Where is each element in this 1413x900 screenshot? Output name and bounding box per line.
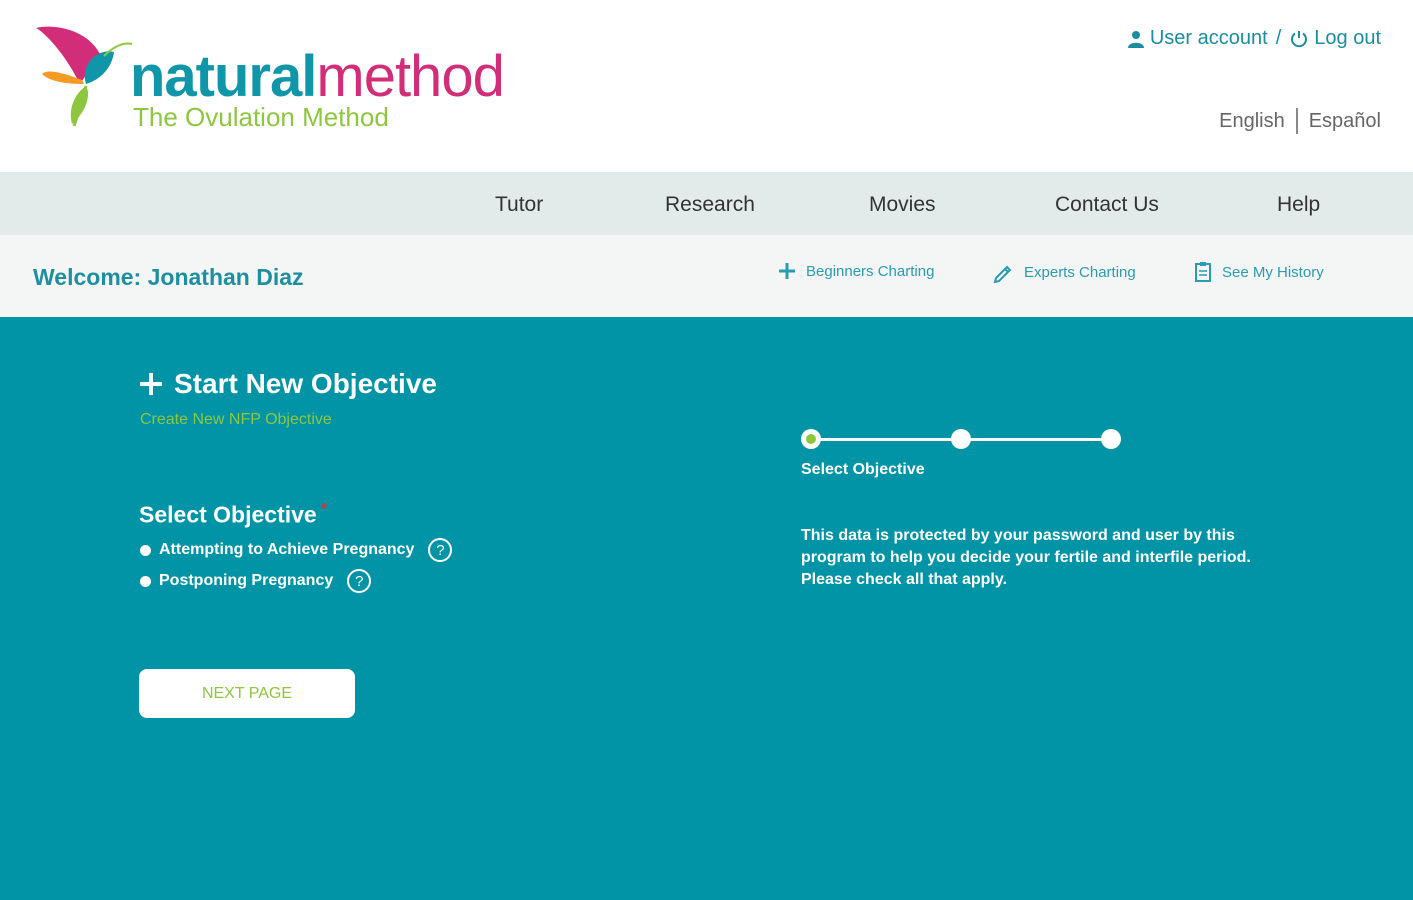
user-icon xyxy=(1127,30,1144,48)
stepper-step xyxy=(1101,429,1121,449)
option-achieve-pregnancy[interactable]: Attempting to Achieve Pregnancy ? xyxy=(140,538,453,562)
see-my-history-label: See My History xyxy=(1222,263,1324,281)
nav-movies[interactable]: Movies xyxy=(869,193,936,217)
welcome-bar: Welcome: Jonathan Diaz Beginners Chartin… xyxy=(0,235,1413,317)
lang-spanish-link[interactable]: Español xyxy=(1309,110,1381,133)
lang-divider xyxy=(1295,108,1298,134)
next-page-button[interactable]: NEXT PAGE xyxy=(139,669,355,718)
logout-link[interactable]: Log out xyxy=(1289,27,1381,50)
required-marker: * xyxy=(320,501,327,518)
beginners-charting-label: Beginners Charting xyxy=(806,262,935,280)
page-title-text: Start New Objective xyxy=(174,368,437,399)
help-icon[interactable]: ? xyxy=(347,569,372,593)
account-separator: / xyxy=(1275,27,1282,49)
stepper-step xyxy=(951,429,971,449)
logo-word-natural: natural xyxy=(130,44,317,109)
option-label: Postponing Pregnancy xyxy=(159,572,334,589)
experts-charting-link[interactable]: Experts Charting xyxy=(993,261,1136,283)
nav-help[interactable]: Help xyxy=(1277,193,1320,217)
option-postpone-pregnancy[interactable]: Postponing Pregnancy ? xyxy=(140,569,372,593)
logo-tagline: The Ovulation Method xyxy=(133,102,389,132)
header: naturalmethod The Ovulation Method User … xyxy=(0,0,1413,172)
select-objective-label-text: Select Objective xyxy=(139,501,317,528)
stepper-current-label: Select Objective xyxy=(801,461,925,478)
pencil-icon xyxy=(993,265,1012,283)
logo[interactable]: naturalmethod The Ovulation Method xyxy=(34,22,554,132)
account-links: User account / Log out xyxy=(1127,27,1381,50)
history-icon xyxy=(1195,262,1211,282)
stepper-step xyxy=(801,429,821,449)
nav-contact-us[interactable]: Contact Us xyxy=(1055,193,1159,217)
option-bullet xyxy=(140,575,151,587)
butterfly-logo-icon xyxy=(36,26,133,127)
option-label: Attempting to Achieve Pregnancy xyxy=(159,541,415,558)
select-objective-label: Select Objective * xyxy=(139,501,327,529)
logo-word-method: method xyxy=(316,44,504,109)
privacy-info-text: This data is protected by your password … xyxy=(801,527,1251,588)
progress-stepper xyxy=(801,428,1123,450)
user-account-label: User account xyxy=(1149,27,1268,49)
plus-icon xyxy=(140,373,162,395)
experts-charting-label: Experts Charting xyxy=(1024,263,1136,281)
option-bullet xyxy=(140,544,151,556)
beginners-charting-link[interactable]: Beginners Charting xyxy=(777,261,934,281)
objective-panel: Start New Objective Create New NFP Objec… xyxy=(0,317,1413,900)
welcome-text: Welcome: Jonathan Diaz xyxy=(33,264,304,290)
page-title: Start New Objective xyxy=(138,368,437,400)
help-icon[interactable]: ? xyxy=(428,538,453,562)
logout-label: Log out xyxy=(1314,27,1381,49)
lang-english-link[interactable]: English xyxy=(1219,110,1285,133)
page-subtitle: Create New NFP Objective xyxy=(140,411,332,428)
nav-tutor[interactable]: Tutor xyxy=(495,193,543,217)
main-nav: Tutor Research Movies Contact Us Help xyxy=(0,172,1413,235)
plus-icon xyxy=(779,263,795,279)
user-account-link[interactable]: User account xyxy=(1127,27,1268,50)
logo-wordmark: naturalmethod xyxy=(130,48,505,106)
see-my-history-link[interactable]: See My History xyxy=(1193,261,1324,283)
power-icon xyxy=(1291,30,1308,47)
nav-research[interactable]: Research xyxy=(665,193,755,217)
language-switcher: English Español xyxy=(1219,108,1381,134)
